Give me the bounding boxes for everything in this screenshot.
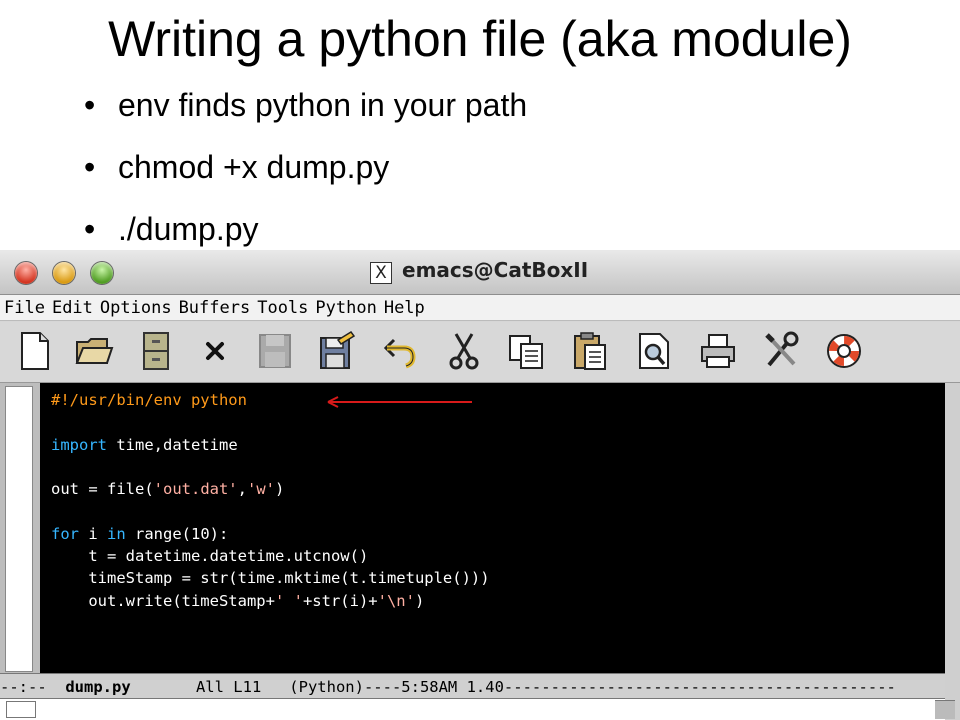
save-icon[interactable]	[316, 330, 356, 372]
code-token: ,	[237, 480, 247, 499]
paste-icon[interactable]	[570, 330, 610, 372]
new-file-icon[interactable]	[14, 330, 54, 372]
open-folder-icon[interactable]	[74, 330, 114, 372]
string-literal: '\n'	[377, 591, 415, 610]
save-disabled-icon	[255, 330, 295, 372]
modeline-buffer-name: dump.py	[65, 678, 131, 696]
annotation-arrow	[327, 396, 472, 408]
minimize-window-button[interactable]	[53, 262, 75, 284]
tools-icon[interactable]	[762, 330, 802, 372]
bullet-glyph: •	[84, 211, 96, 247]
resize-corner[interactable]	[935, 700, 955, 719]
scrollbar[interactable]	[5, 386, 33, 672]
zoom-window-button[interactable]	[91, 262, 113, 284]
emacs-window: X emacs@CatBoxII File Edit Options Buffe…	[0, 250, 960, 720]
close-icon[interactable]	[196, 330, 236, 372]
keyword: in	[107, 524, 126, 543]
cut-icon[interactable]	[444, 330, 484, 372]
menu-buffers[interactable]: Buffers	[179, 298, 251, 318]
code-token: time,datetime	[107, 435, 238, 454]
code-editor[interactable]: #!/usr/bin/env python import time,dateti…	[40, 383, 945, 673]
minibuffer-box	[6, 701, 36, 718]
code-token: +str(i)+	[302, 591, 378, 610]
slide-title: Writing a python file (aka module)	[108, 11, 852, 67]
code-line: t = datetime.datetime.utcnow()	[51, 547, 369, 566]
string-literal: 'out.dat'	[153, 480, 238, 499]
code-token: )	[414, 591, 425, 610]
window-title: emacs@CatBoxII	[402, 258, 589, 282]
code-token: i	[79, 524, 107, 543]
copy-icon[interactable]	[506, 330, 546, 372]
string-literal: ' '	[274, 591, 303, 610]
window-titlebar[interactable]: X emacs@CatBoxII	[0, 250, 960, 295]
bullet-text: ./dump.py	[118, 211, 259, 247]
minibuffer[interactable]	[0, 699, 945, 720]
menu-tools[interactable]: Tools	[257, 298, 308, 318]
bullet-glyph: •	[84, 149, 96, 185]
code-text: #!/usr/bin/env python import time,dateti…	[51, 389, 490, 612]
bullet-item: • chmod +x dump.py	[84, 144, 527, 206]
bullet-item: • env finds python in your path	[84, 82, 527, 144]
toolbar	[0, 322, 960, 383]
print-icon[interactable]	[698, 330, 738, 372]
help-icon[interactable]	[824, 330, 864, 372]
menu-bar: File Edit Options Buffers Tools Python H…	[0, 295, 960, 321]
bullet-text: chmod +x dump.py	[118, 149, 390, 185]
modeline-prefix: --:--	[0, 678, 66, 696]
keyword: for	[51, 524, 79, 543]
x11-icon: X	[370, 262, 392, 284]
code-token: range(10):	[125, 524, 229, 543]
code-token: )	[275, 480, 285, 499]
modeline-status: All L11 (Python)----5:58AM 1.40---------…	[130, 678, 896, 696]
menu-options[interactable]: Options	[100, 298, 172, 318]
search-icon[interactable]	[634, 330, 674, 372]
cabinet-icon[interactable]	[136, 330, 176, 372]
undo-icon[interactable]	[380, 330, 420, 372]
close-window-button[interactable]	[15, 262, 37, 284]
mode-line: --:-- dump.py All L11 (Python)----5:58AM…	[0, 673, 945, 699]
menu-file[interactable]: File	[4, 298, 45, 318]
right-edge	[945, 383, 960, 720]
menu-edit[interactable]: Edit	[52, 298, 93, 318]
menu-help[interactable]: Help	[384, 298, 425, 318]
code-token: out = file(	[51, 480, 154, 499]
string-literal: 'w'	[247, 480, 275, 499]
shebang-line: #!/usr/bin/env python	[51, 391, 247, 409]
keyword: import	[51, 435, 107, 454]
bullet-glyph: •	[84, 87, 96, 123]
code-token: out.write(timeStamp+	[51, 591, 275, 610]
bullet-list: • env finds python in your path • chmod +x…	[84, 82, 527, 268]
bullet-text: env finds python in your path	[118, 87, 528, 123]
menu-python[interactable]: Python	[315, 298, 376, 318]
code-line: timeStamp = str(time.mktime(t.timetuple(…	[51, 569, 490, 588]
